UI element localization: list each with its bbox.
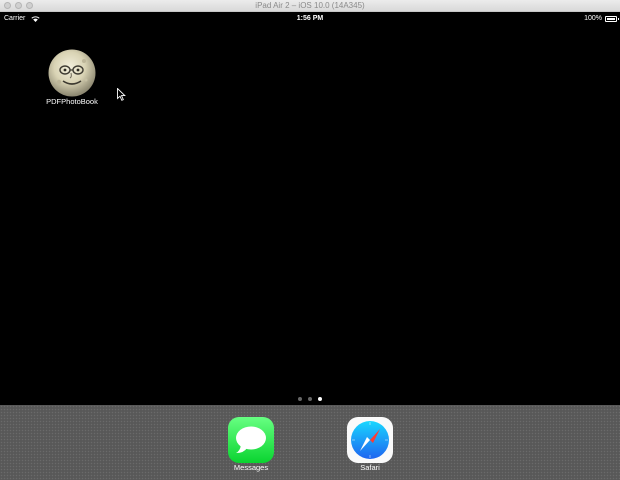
app-icon-pdfphotobook[interactable]: PDFPhotoBook [40, 48, 104, 112]
page-dot-current[interactable] [318, 397, 322, 401]
battery-icon [605, 16, 617, 22]
dock-app-messages[interactable]: Messages [221, 417, 281, 473]
window-title-bar: iPad Air 2 – iOS 10.0 (14A345) [0, 0, 620, 12]
window-title: iPad Air 2 – iOS 10.0 (14A345) [255, 1, 365, 10]
battery-percent: 100% [584, 15, 602, 22]
mouse-pointer-icon [117, 88, 126, 101]
dock: Messages Safari [0, 405, 620, 480]
dock-app-safari[interactable]: Safari [340, 417, 400, 473]
app-label: PDFPhotoBook [46, 97, 98, 106]
battery-terminal [618, 18, 619, 20]
moon-face-icon [48, 49, 96, 97]
app-label: Safari [360, 463, 380, 472]
battery-level [607, 18, 615, 20]
simulator-window: iPad Air 2 – iOS 10.0 (14A345) Carrier 1… [0, 0, 620, 480]
safari-compass-icon [347, 417, 393, 463]
status-bar: Carrier 1:56 PM 100% [0, 12, 620, 26]
messages-icon [228, 417, 274, 463]
page-dot[interactable] [308, 397, 312, 401]
app-label: Messages [233, 463, 269, 472]
page-dot[interactable] [298, 397, 302, 401]
status-time: 1:56 PM [296, 15, 324, 22]
page-indicator[interactable] [296, 397, 326, 403]
